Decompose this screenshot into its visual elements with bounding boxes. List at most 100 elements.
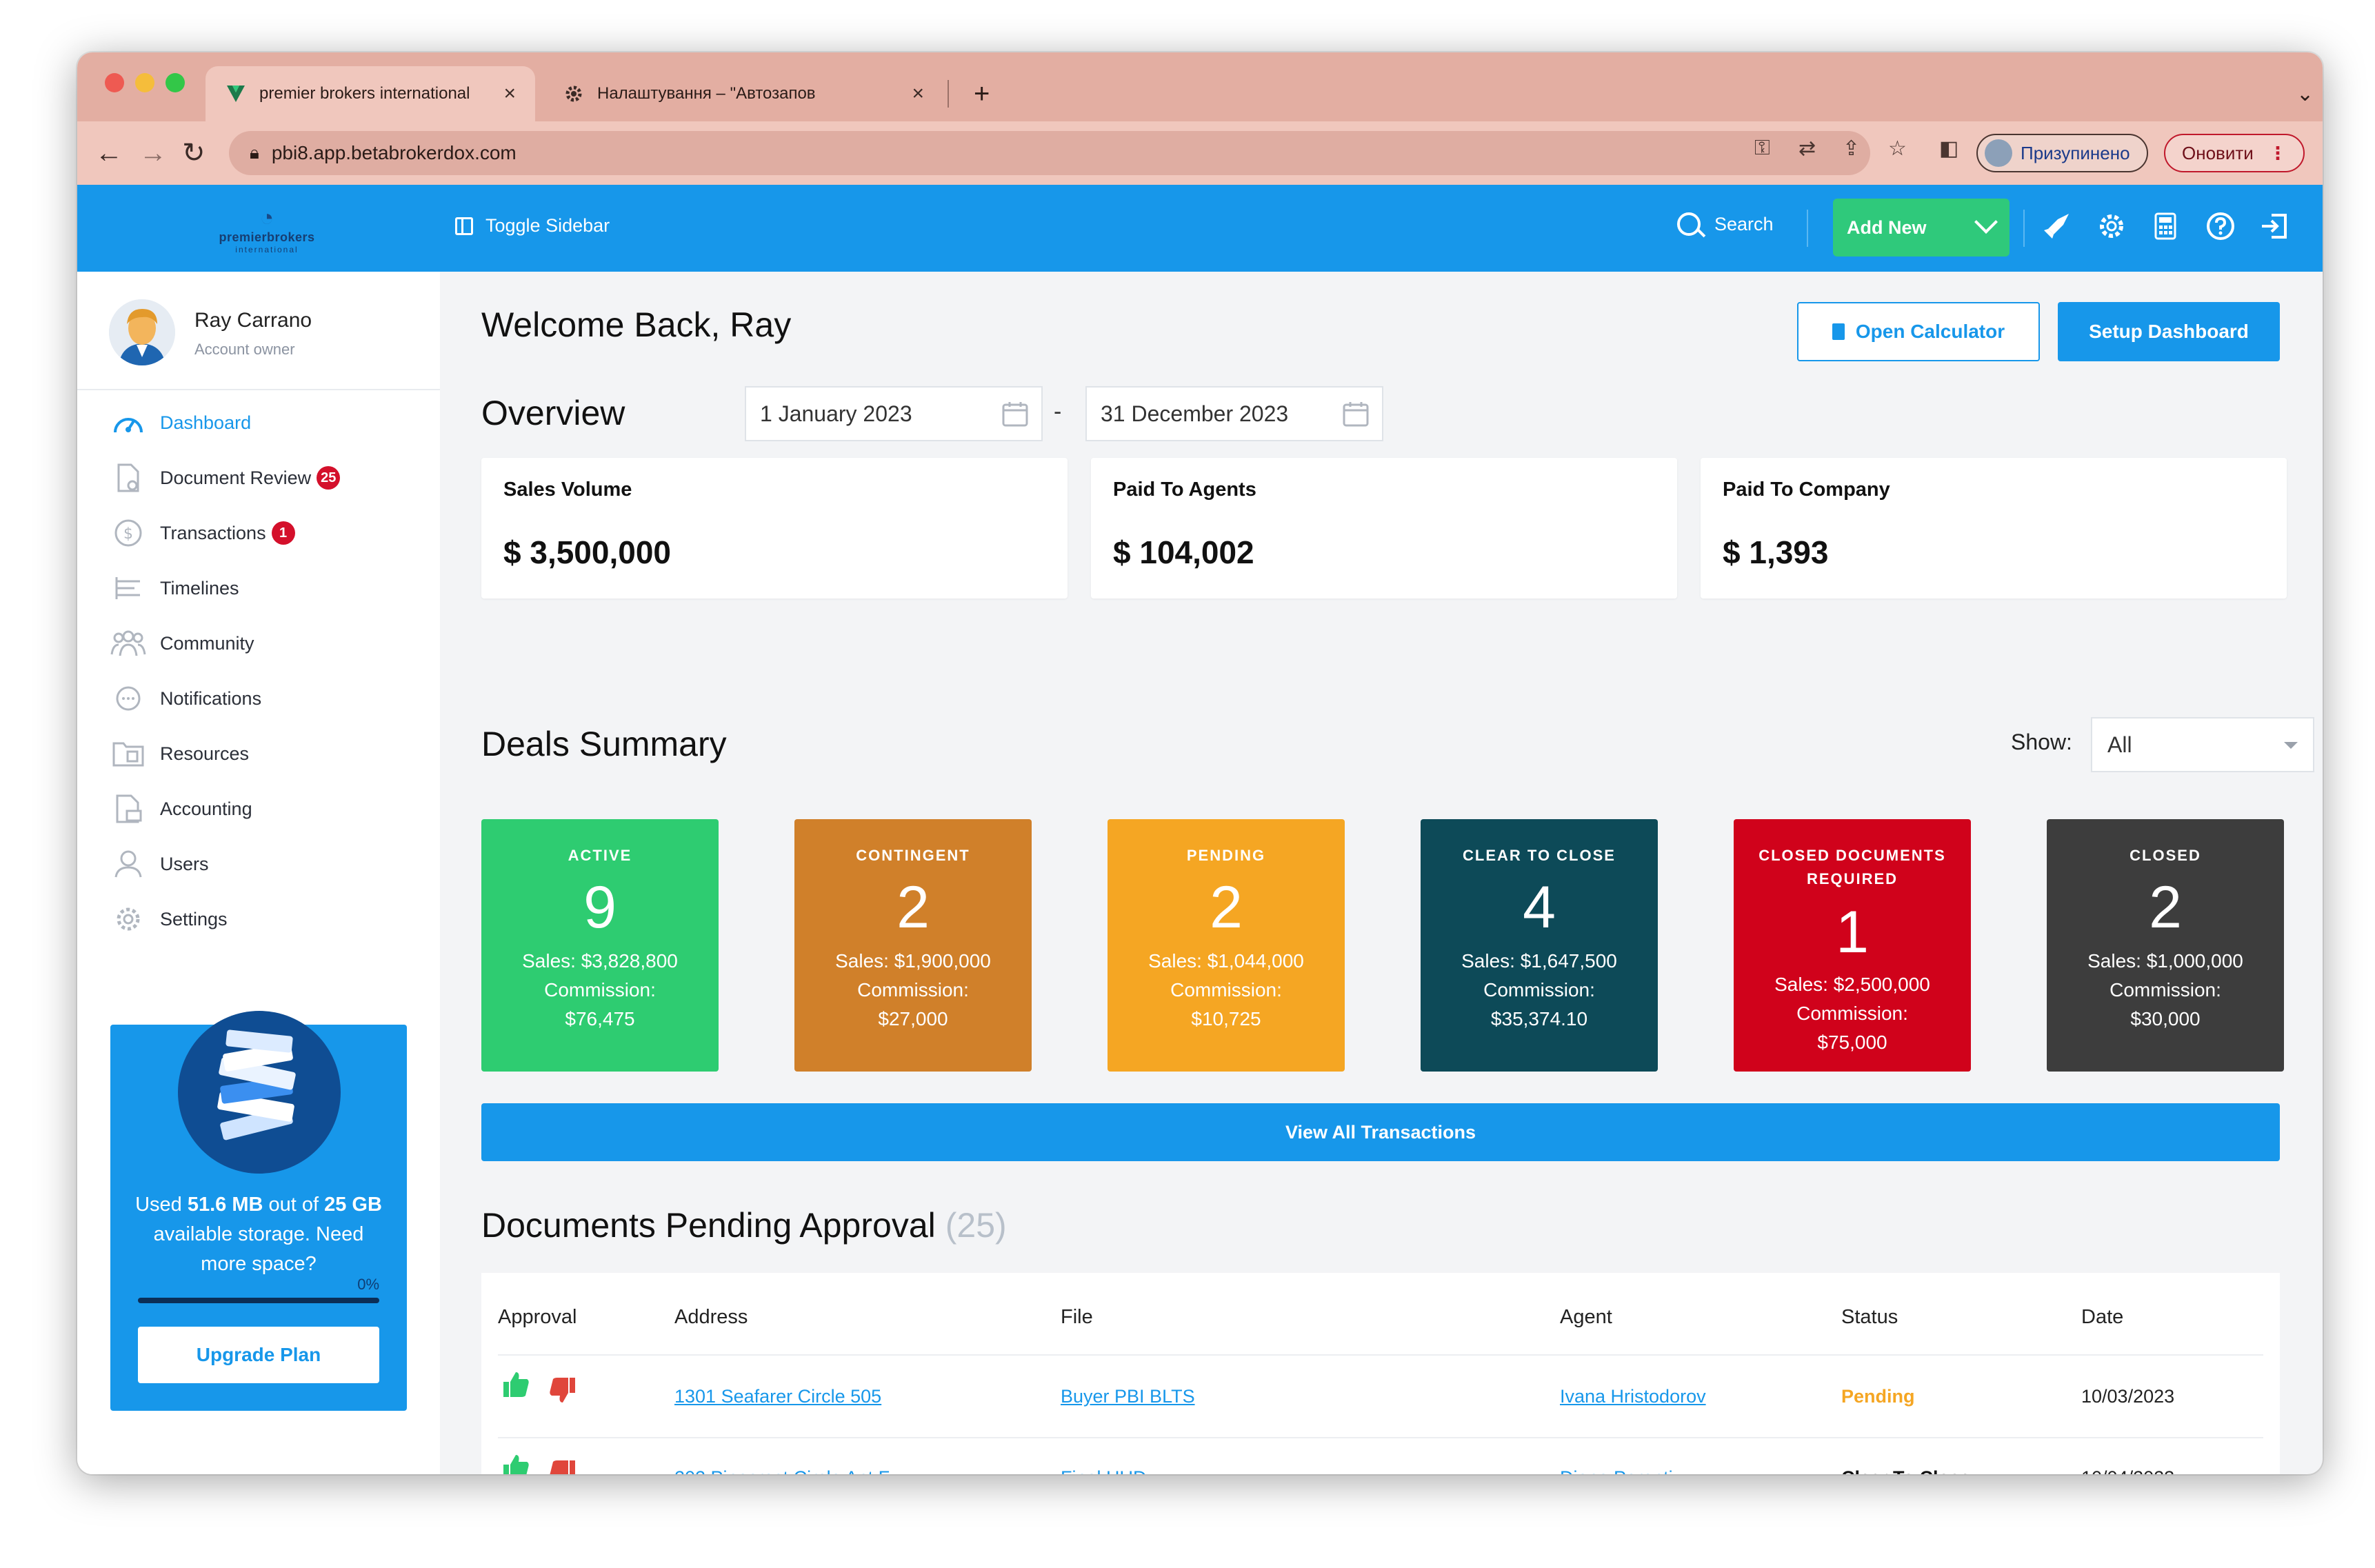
main-content: Welcome Back, Ray Open Calculator Setup …: [440, 272, 2323, 1474]
date-to-input[interactable]: 31 December 2023: [1085, 386, 1383, 441]
setup-dashboard-button[interactable]: Setup Dashboard: [2058, 302, 2280, 361]
show-filter-select[interactable]: All: [2091, 717, 2314, 772]
avatar: [109, 299, 175, 365]
date-separator: -: [1054, 399, 1062, 425]
open-calculator-button[interactable]: Open Calculator: [1797, 302, 2040, 361]
sidebar-item-community[interactable]: Community: [110, 626, 254, 661]
profile-button[interactable]: Призупинено: [1976, 134, 2148, 172]
storage-percent: 0%: [357, 1276, 379, 1293]
column-header-approval: Approval: [498, 1306, 577, 1328]
overview-title: Overview: [481, 394, 625, 432]
row-agent-link[interactable]: Ivana Hristodorov: [1560, 1386, 1706, 1407]
documents-pending-table: Approval Address File Agent Status Date …: [481, 1273, 2280, 1474]
deal-card-closed-documents-required[interactable]: CLOSED DOCUMENTS REQUIRED 1 Sales: $2,50…: [1734, 819, 1971, 1072]
tab-title: Налаштування – "Автозапов: [597, 84, 816, 103]
transactions-badge: 1: [271, 521, 295, 545]
row-agent-link[interactable]: Diane Parenti: [1560, 1467, 1673, 1474]
row-file-link[interactable]: Final HUD: [1061, 1467, 1147, 1474]
help-icon[interactable]: [2204, 211, 2237, 244]
search-icon: [1677, 212, 1706, 238]
app-header: ◔ premierbrokers international Toggle Si…: [77, 185, 2323, 272]
row-address-link[interactable]: 1301 Seafarer Circle 505: [674, 1386, 881, 1407]
date-from-input[interactable]: 1 January 2023: [745, 386, 1043, 441]
sidebar-item-settings[interactable]: Settings: [110, 902, 228, 936]
sidebar-item-document-review[interactable]: Document Review 25: [110, 461, 341, 495]
sidebar-item-accounting[interactable]: Accounting: [110, 792, 252, 826]
approve-thumbs-up-icon[interactable]: [502, 1454, 530, 1474]
page-title: Welcome Back, Ray: [481, 305, 792, 344]
row-status: Clear To Close: [1841, 1467, 1970, 1474]
calendar-icon: [1343, 402, 1369, 427]
deal-card-active[interactable]: ACTIVE 9 Sales: $3,828,800 Commission: $…: [481, 819, 719, 1072]
sidebar-item-users[interactable]: Users: [110, 847, 209, 881]
sidebar: Ray Carrano Account owner Dashboard Docu…: [77, 272, 440, 1474]
column-header-agent: Agent: [1560, 1306, 1612, 1328]
close-tab-icon[interactable]: ×: [912, 82, 924, 105]
user-name: Ray Carrano: [194, 309, 312, 332]
document-review-badge: 25: [317, 466, 341, 490]
dashboard-icon: [110, 408, 146, 438]
browser-tab-active[interactable]: premier brokers international ×: [206, 66, 535, 121]
approve-thumbs-up-icon[interactable]: [502, 1371, 530, 1398]
reject-thumbs-down-icon[interactable]: [549, 1376, 577, 1404]
deal-card-clear-to-close[interactable]: CLEAR TO CLOSE 4 Sales: $1,647,500 Commi…: [1421, 819, 1658, 1072]
share-icon[interactable]: ⇪: [1843, 137, 1860, 161]
address-bar[interactable]: 🔒︎ pbi8.app.betabrokerdox.com: [229, 131, 1870, 175]
header-search-button[interactable]: Search: [1677, 212, 1774, 238]
bookmark-star-icon[interactable]: ☆: [1888, 137, 1907, 161]
sidebar-item-timelines[interactable]: Timelines: [110, 571, 239, 605]
caret-down-icon: [2284, 742, 2298, 749]
chevron-down-icon: [1974, 210, 1998, 234]
kebab-menu-icon: ⋮: [2268, 142, 2287, 163]
update-browser-button[interactable]: Оновити ⋮: [2164, 134, 2305, 172]
upgrade-plan-button[interactable]: Upgrade Plan: [138, 1327, 379, 1383]
tab-title: premier brokers international: [259, 84, 470, 103]
calendar-icon: [1002, 402, 1028, 427]
reject-thumbs-down-icon[interactable]: [549, 1459, 577, 1474]
forward-icon[interactable]: →: [139, 137, 167, 170]
gear-icon[interactable]: [2095, 211, 2128, 244]
sidebar-item-transactions[interactable]: $ Transactions 1: [110, 516, 295, 550]
gear-icon: [563, 83, 585, 105]
community-icon: [110, 628, 146, 659]
minimize-window-button[interactable]: [135, 73, 154, 92]
lock-icon: 🔒︎: [250, 142, 259, 163]
user-role: Account owner: [194, 341, 295, 358]
translate-icon[interactable]: ⇄: [1798, 137, 1816, 161]
row-address-link[interactable]: 202 Pinecrest Circle Apt F: [674, 1467, 890, 1474]
maximize-window-button[interactable]: [166, 73, 185, 92]
view-all-transactions-button[interactable]: View All Transactions: [481, 1103, 2280, 1161]
calculator-icon[interactable]: [2149, 211, 2182, 244]
sidebar-item-notifications[interactable]: Notifications: [110, 681, 261, 716]
back-icon[interactable]: ←: [95, 137, 123, 170]
paid-to-company-card: Paid To Company $ 1,393: [1701, 458, 2287, 599]
documents-stack-icon: [178, 1011, 341, 1174]
deal-card-pending[interactable]: PENDING 2 Sales: $1,044,000 Commission: …: [1108, 819, 1345, 1072]
row-file-link[interactable]: Buyer PBI BLTS: [1061, 1386, 1195, 1407]
close-window-button[interactable]: [105, 73, 124, 92]
user-profile[interactable]: Ray Carrano Account owner: [109, 299, 412, 375]
show-filter-label: Show:: [2011, 730, 2072, 754]
deal-card-closed[interactable]: CLOSED 2 Sales: $1,000,000 Commission: $…: [2047, 819, 2284, 1072]
key-icon[interactable]: ⚿: [1754, 137, 1770, 160]
browser-toolbar: ← → ↻ 🔒︎ pbi8.app.betabrokerdox.com ⚿ ⇄ …: [77, 121, 2323, 185]
logout-icon[interactable]: [2258, 211, 2291, 244]
close-tab-icon[interactable]: ×: [503, 82, 516, 105]
tab-search-chevron-icon[interactable]: ⌄: [2277, 66, 2323, 121]
premier-brokers-logo[interactable]: ◔ premierbrokers international: [201, 205, 332, 254]
add-new-button[interactable]: Add New: [1833, 199, 2010, 257]
reload-icon[interactable]: ↻: [182, 137, 206, 170]
storage-progress-bar: [138, 1298, 379, 1303]
browser-window: premier brokers international × Налаштув…: [77, 52, 2323, 1474]
browser-tab[interactable]: Налаштування – "Автозапов ×: [543, 66, 943, 121]
sidebar-item-resources[interactable]: Resources: [110, 736, 249, 771]
dollar-icon: $: [110, 518, 146, 548]
side-panel-icon[interactable]: ◧: [1939, 137, 1958, 161]
new-tab-button[interactable]: +: [954, 66, 1009, 121]
deal-card-contingent[interactable]: CONTINGENT 2 Sales: $1,900,000 Commissio…: [794, 819, 1032, 1072]
storage-usage-text: Used 51.6 MB out of 25 GB available stor…: [135, 1194, 382, 1275]
svg-text:$: $: [123, 525, 133, 543]
rocket-icon[interactable]: [2040, 211, 2073, 244]
sidebar-item-dashboard[interactable]: Dashboard: [110, 405, 251, 440]
toggle-sidebar-button[interactable]: Toggle Sidebar: [455, 215, 610, 237]
